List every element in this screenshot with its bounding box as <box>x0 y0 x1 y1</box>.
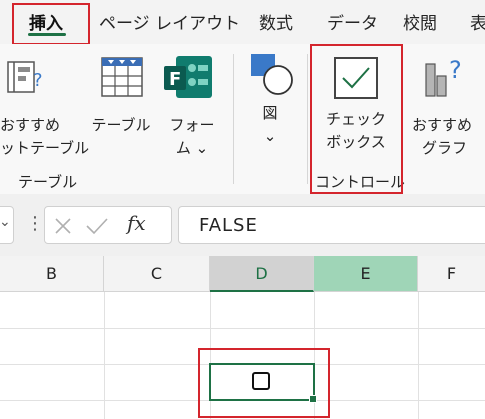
highlight-checkbox-cell <box>198 348 330 418</box>
formula-bar: ⌄ ⋮ fx FALSE <box>0 194 485 256</box>
svg-text:?: ? <box>449 56 462 84</box>
cancel-icon[interactable] <box>53 216 73 236</box>
forms-button[interactable]: F フォー ム ⌄ <box>158 54 222 164</box>
tab-page-layout[interactable]: ページ レイアウト <box>99 9 240 34</box>
table-icon <box>101 57 143 97</box>
forms-icon: F <box>164 56 212 98</box>
ribbon-panel: ? おすすめ ットテーブル テーブル F フォー ム ⌄ 図 ⌄ チェック ボッ… <box>0 44 485 194</box>
highlight-checkbox-control <box>310 44 403 194</box>
formula-buttons-box: fx <box>44 206 172 244</box>
column-header-c[interactable]: C <box>104 256 210 292</box>
recommended-pivottable-button[interactable]: ? おすすめ ットテーブル <box>0 54 90 164</box>
illustrations-label: 図 ⌄ <box>262 104 278 145</box>
ribbon-separator <box>233 54 234 184</box>
ribbon-separator <box>307 54 308 184</box>
column-header-f[interactable]: F <box>418 256 485 292</box>
recommended-pivottable-label: おすすめ ットテーブル <box>0 116 90 157</box>
tables-group-label: テーブル <box>18 173 78 191</box>
worksheet-grid[interactable] <box>0 292 485 419</box>
illustrations-button[interactable]: 図 ⌄ <box>240 50 300 160</box>
tab-data[interactable]: データ <box>327 9 378 34</box>
recommended-charts-button[interactable]: ? おすすめ グラフ <box>408 54 485 164</box>
tab-view-partial[interactable]: 表 <box>470 9 485 34</box>
highlight-insert-tab <box>12 3 90 45</box>
tab-formulas[interactable]: 数式 <box>259 9 293 34</box>
ribbon-tab-bar: 挿入 ページ レイアウト 数式 データ 校閲 表 <box>0 0 485 45</box>
svg-text:?: ? <box>33 70 43 91</box>
more-options-icon[interactable]: ⋮ <box>26 213 44 234</box>
name-box[interactable]: ⌄ <box>0 206 14 244</box>
column-header-d[interactable]: D <box>210 256 314 292</box>
shapes-icon <box>251 54 293 95</box>
table-button[interactable]: テーブル <box>88 54 154 164</box>
insert-function-icon[interactable]: fx <box>127 211 146 235</box>
formula-value: FALSE <box>199 215 258 236</box>
name-box-dropdown-icon[interactable]: ⌄ <box>0 214 11 230</box>
recommended-charts-icon: ? <box>425 56 462 97</box>
tab-review[interactable]: 校閲 <box>403 9 437 34</box>
enter-icon[interactable] <box>85 216 109 236</box>
column-header-e[interactable]: E <box>314 256 418 292</box>
forms-label: フォー ム ⌄ <box>169 116 215 157</box>
recommended-charts-label: おすすめ グラフ <box>412 116 473 157</box>
table-label: テーブル <box>91 116 151 134</box>
svg-text:F: F <box>169 69 181 90</box>
grid-line <box>0 328 485 329</box>
formula-input[interactable]: FALSE <box>178 206 485 244</box>
column-header-b[interactable]: B <box>0 256 104 292</box>
recommended-pivottable-icon: ? <box>7 61 43 93</box>
